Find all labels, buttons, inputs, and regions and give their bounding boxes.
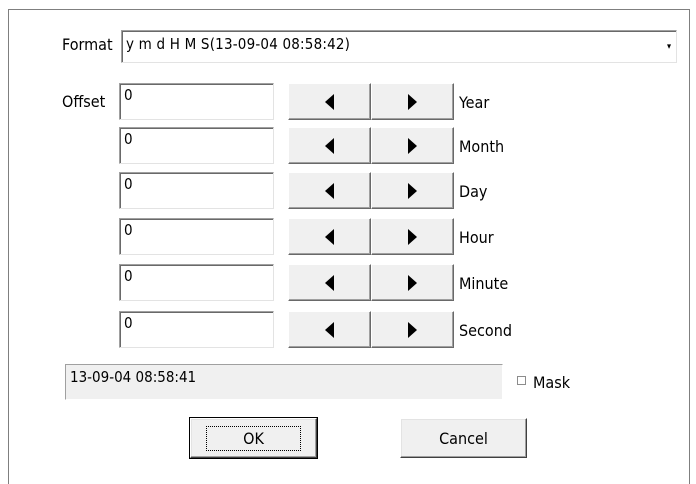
decrement-month-button[interactable]	[288, 127, 371, 164]
result-value: 13-09-04 08:58:41	[70, 368, 197, 386]
offset-unit-label: Day	[459, 182, 488, 201]
right-arrow-icon	[408, 93, 417, 110]
cancel-button-label: Cancel	[439, 428, 488, 448]
offset-unit-label: Minute	[459, 274, 509, 293]
increment-year-button[interactable]	[371, 83, 454, 120]
ok-button-label: OK	[206, 425, 301, 451]
left-arrow-icon	[325, 274, 334, 291]
offset-input-hour[interactable]: 0	[119, 218, 274, 255]
decrement-year-button[interactable]	[288, 83, 371, 120]
offset-input-value: 0	[124, 221, 133, 239]
mask-checkbox[interactable]	[517, 376, 526, 385]
offset-input-value: 0	[124, 314, 133, 332]
right-arrow-icon	[408, 182, 417, 199]
increment-minute-button[interactable]	[371, 264, 454, 301]
offset-input-month[interactable]: 0	[119, 127, 274, 164]
ok-button[interactable]: OK	[189, 417, 318, 459]
offset-unit-label: Hour	[459, 228, 494, 247]
decrement-day-button[interactable]	[288, 172, 371, 209]
offset-input-value: 0	[124, 86, 133, 104]
offset-input-second[interactable]: 0	[119, 311, 274, 348]
format-select[interactable]: y m d H M S(13-09-04 08:58:42) ▾	[121, 30, 677, 63]
offset-unit-label: Second	[459, 321, 512, 340]
offset-unit-label: Month	[459, 137, 505, 156]
increment-second-button[interactable]	[371, 311, 454, 348]
increment-month-button[interactable]	[371, 127, 454, 164]
decrement-minute-button[interactable]	[288, 264, 371, 301]
offset-label: Offset	[62, 92, 106, 111]
right-arrow-icon	[408, 274, 417, 291]
format-label: Format	[62, 35, 113, 54]
decrement-second-button[interactable]	[288, 311, 371, 348]
increment-hour-button[interactable]	[371, 218, 454, 255]
left-arrow-icon	[325, 137, 334, 154]
cancel-button[interactable]: Cancel	[400, 418, 527, 458]
left-arrow-icon	[325, 93, 334, 110]
offset-unit-label: Year	[459, 93, 490, 112]
left-arrow-icon	[325, 182, 334, 199]
left-arrow-icon	[325, 228, 334, 245]
offset-input-year[interactable]: 0	[119, 83, 274, 120]
left-arrow-icon	[325, 321, 334, 338]
format-select-value: y m d H M S(13-09-04 08:58:42)	[126, 35, 351, 53]
right-arrow-icon	[408, 321, 417, 338]
dropdown-arrow-icon[interactable]: ▾	[665, 41, 673, 53]
offset-input-value: 0	[124, 130, 133, 148]
increment-day-button[interactable]	[371, 172, 454, 209]
mask-label[interactable]: Mask	[533, 373, 570, 393]
offset-input-day[interactable]: 0	[119, 172, 274, 209]
right-arrow-icon	[408, 228, 417, 245]
result-display: 13-09-04 08:58:41	[65, 364, 503, 400]
decrement-hour-button[interactable]	[288, 218, 371, 255]
offset-input-minute[interactable]: 0	[119, 264, 274, 301]
offset-input-value: 0	[124, 267, 133, 285]
offset-input-value: 0	[124, 175, 133, 193]
right-arrow-icon	[408, 137, 417, 154]
